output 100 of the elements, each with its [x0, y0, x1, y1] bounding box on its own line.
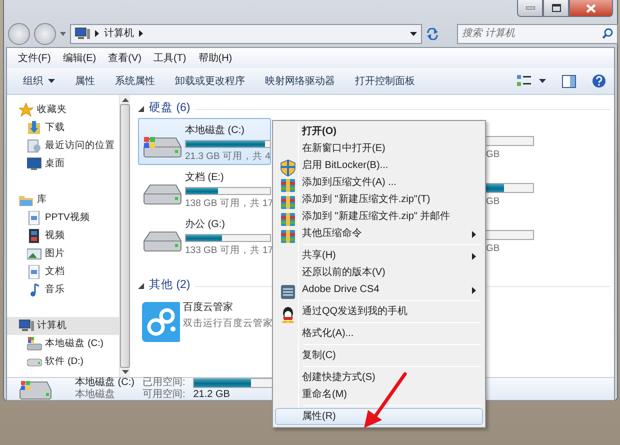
- address-path[interactable]: 计算机: [104, 26, 134, 41]
- chevron-right-icon[interactable]: [139, 30, 143, 37]
- collapse-triangle-icon[interactable]: [138, 106, 144, 112]
- preview-pane-icon[interactable]: [562, 74, 576, 88]
- menu-item[interactable]: 启用 BitLocker(B)...: [275, 157, 483, 174]
- document-icon: [27, 211, 42, 225]
- drive-icon: [27, 337, 42, 351]
- toolbar-button[interactable]: 属性: [65, 70, 105, 92]
- refresh-icon[interactable]: [426, 28, 439, 40]
- archive-icon: [279, 227, 297, 245]
- toolbar-button[interactable]: 打开控制面板: [345, 70, 425, 92]
- menu-item[interactable]: 属性(R): [275, 408, 483, 425]
- menu-item[interactable]: 帮助(H): [192, 50, 238, 66]
- archive-icon: [279, 176, 297, 194]
- menu-item[interactable]: 复制(C): [275, 347, 483, 364]
- menu-item[interactable]: 通过QQ发送到我的手机: [275, 303, 483, 320]
- maximize-button[interactable]: [543, 0, 569, 17]
- menu-item[interactable]: 共享(H): [275, 247, 483, 264]
- archive-icon: [279, 210, 297, 228]
- sidebar-item[interactable]: 图片: [7, 245, 119, 263]
- sidebar-item[interactable]: 视频: [7, 227, 119, 245]
- forward-button[interactable]: [34, 22, 56, 44]
- caret-icon: [48, 79, 55, 83]
- menu-item[interactable]: 查看(V): [102, 50, 148, 66]
- drive-name: 文档 (E:): [185, 170, 225, 185]
- app-name: 百度云管家: [183, 300, 234, 315]
- drive-tile[interactable]: 文档 (E:) 138 GB 可用，共 17: [138, 165, 271, 212]
- free-space-text: 133 GB 可用，共 17: [185, 244, 274, 258]
- address-bar[interactable]: 计算机: [70, 24, 422, 44]
- menu-item[interactable]: 编辑(E): [56, 50, 102, 66]
- dropdown-caret-icon[interactable]: [410, 32, 417, 36]
- used-space-label: 已用空间:: [142, 377, 186, 388]
- menu-item[interactable]: 其他压缩命令: [275, 225, 483, 242]
- section-header[interactable]: 硬盘 (6): [149, 100, 190, 118]
- drive-tile[interactable]: 本地磁盘 (C:) 21.3 GB 可用，共 4: [138, 118, 271, 165]
- scroll-down-icon[interactable]: [122, 370, 128, 374]
- toolbar-button[interactable]: 系统属性: [105, 70, 165, 92]
- back-button[interactable]: [8, 22, 30, 44]
- app-description: 双击运行百度云管家: [183, 317, 273, 331]
- menu-item[interactable]: 添加到 "新建压缩文件.zip"(T): [275, 191, 483, 208]
- menu-item[interactable]: 打开(O): [275, 123, 483, 140]
- drive-name: 本地磁盘 (C:): [185, 124, 246, 138]
- toolbar-button[interactable]: 组织: [13, 70, 65, 92]
- sidebar-item[interactable]: 库: [7, 191, 119, 209]
- submenu-arrow-icon: [472, 287, 476, 294]
- free-space-value: 21.2 GB: [193, 389, 231, 401]
- scroll-up-icon[interactable]: [122, 98, 128, 102]
- menu-item[interactable]: Adobe Drive CS4: [275, 281, 483, 298]
- penguin-icon: [279, 305, 297, 323]
- close-button[interactable]: [569, 0, 613, 17]
- drive-tile[interactable]: 办公 (G:) 133 GB 可用，共 17: [138, 212, 271, 259]
- minimize-button[interactable]: [517, 0, 543, 17]
- sidebar-item[interactable]: 音乐: [7, 281, 119, 299]
- computer-icon: [75, 27, 90, 40]
- menu-item[interactable]: 添加到压缩文件(A) ...: [275, 174, 483, 191]
- menu-item[interactable]: 在新窗口中打开(E): [275, 140, 483, 157]
- search-field[interactable]: 搜索 计算机: [457, 24, 618, 44]
- free-space-text: GB: [486, 195, 501, 209]
- arrow-annotation: [362, 372, 408, 430]
- app-tile[interactable]: 百度云管家 双击运行百度云管家: [138, 295, 271, 342]
- toolbar-button[interactable]: 卸载或更改程序: [165, 70, 255, 92]
- sidebar-item[interactable]: PPTV视频: [7, 209, 119, 227]
- recent-places-icon: [27, 139, 42, 153]
- caret-icon[interactable]: [539, 79, 546, 83]
- sidebar-item[interactable]: 桌面: [7, 155, 119, 173]
- menu-item[interactable]: 重命名(M): [275, 386, 483, 403]
- hard-drive-icon: [19, 378, 53, 400]
- menu-item[interactable]: 还原以前的版本(V): [275, 264, 483, 281]
- close-icon: [586, 4, 596, 12]
- free-space-text: GB: [486, 242, 501, 256]
- archive-icon: [279, 193, 297, 211]
- film-icon: [27, 229, 42, 243]
- chevron-right-icon[interactable]: [95, 30, 99, 37]
- section-header[interactable]: 其他 (2): [149, 277, 190, 295]
- menu-item[interactable]: 工具(T): [147, 50, 192, 66]
- sidebar-item[interactable]: 文档: [7, 263, 119, 281]
- library-icon: [19, 193, 34, 207]
- sidebar-item[interactable]: 软件 (D:): [7, 353, 119, 371]
- sidebar-item[interactable]: 计算机: [7, 317, 119, 335]
- drive-name: 办公 (G:): [185, 218, 226, 232]
- star-icon: [19, 103, 34, 117]
- view-options-icon[interactable]: [517, 74, 531, 88]
- sidebar-item[interactable]: 收藏夹: [7, 101, 119, 119]
- menu-item[interactable]: 文件(F): [12, 50, 57, 66]
- help-icon[interactable]: [592, 74, 606, 88]
- maximize-icon: [552, 4, 560, 12]
- download-folder-icon: [27, 121, 42, 135]
- free-space-text: 21.3 GB 可用，共 4: [185, 150, 271, 164]
- menu-item[interactable]: 格式化(A)...: [275, 325, 483, 342]
- menu-item[interactable]: 添加到 "新建压缩文件.zip" 并邮件: [275, 208, 483, 225]
- menu-item[interactable]: 创建快捷方式(S): [275, 369, 483, 386]
- sidebar-item[interactable]: 最近访问的位置: [7, 137, 119, 155]
- picture-icon: [27, 247, 42, 261]
- sidebar-item[interactable]: 下载: [7, 119, 119, 137]
- toolbar-button[interactable]: 映射网络驱动器: [255, 70, 345, 92]
- collapse-triangle-icon[interactable]: [138, 283, 144, 289]
- submenu-arrow-icon: [472, 253, 476, 260]
- cloud-app-icon: [142, 302, 180, 342]
- stacked-bars-icon: [279, 283, 297, 301]
- sidebar-item[interactable]: 本地磁盘 (C:): [7, 335, 119, 353]
